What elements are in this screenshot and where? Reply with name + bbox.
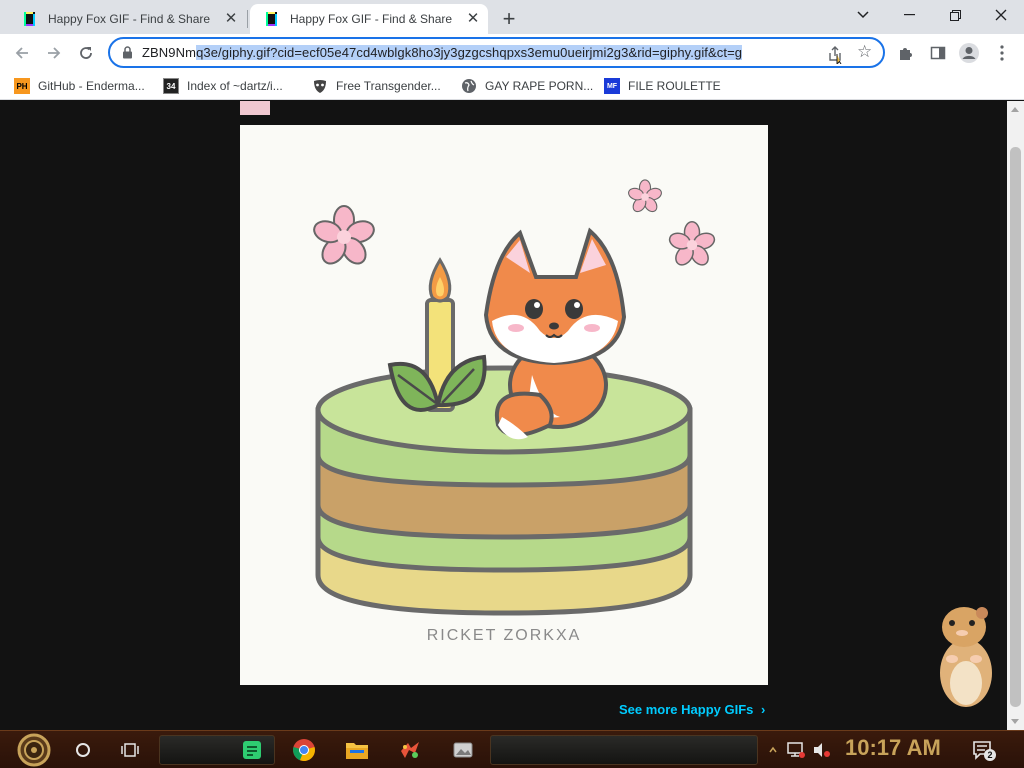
gif-image[interactable] bbox=[240, 125, 768, 685]
index-34-icon: 34 bbox=[163, 78, 179, 94]
profile-avatar-icon[interactable] bbox=[958, 42, 980, 64]
file-explorer-icon[interactable] bbox=[343, 736, 371, 764]
url-selection: q3e/giphy.gif?cid=ecf05e47cd4wblgk8ho3jy… bbox=[196, 45, 743, 60]
browser-toolbar: ZBN9Nmq3e/giphy.gif?cid=ecf05e47cd4wblgk… bbox=[0, 34, 1024, 72]
bookmark-free-transgender[interactable]: Free Transgender... bbox=[312, 76, 441, 96]
scroll-up-arrow-icon[interactable] bbox=[1011, 107, 1019, 112]
sticky-notes-icon[interactable] bbox=[238, 736, 266, 764]
bookmark-globe-site[interactable]: GAY RAPE PORN... bbox=[461, 76, 593, 96]
bookmark-label: GitHub - Enderma... bbox=[38, 79, 145, 93]
task-view-icon[interactable] bbox=[116, 736, 144, 764]
bookmark-file-roulette[interactable]: MF FILE ROULETTE bbox=[604, 76, 721, 96]
minimize-button[interactable] bbox=[887, 0, 931, 30]
bookmarks-bar: PH GitHub - Enderma... 34 Index of ~dart… bbox=[0, 72, 1024, 100]
flower-small-icon bbox=[626, 179, 664, 215]
taskbar-clock[interactable]: 10:17 AM bbox=[845, 735, 941, 761]
tab-close-icon[interactable]: ✕ bbox=[462, 8, 484, 30]
tab-happy-fox-2[interactable]: Happy Fox GIF - Find & Share ✕ bbox=[250, 4, 488, 34]
mask-icon bbox=[312, 78, 328, 94]
close-window-button[interactable] bbox=[979, 0, 1023, 30]
side-panel-icon[interactable] bbox=[927, 42, 949, 64]
paint-app-icon[interactable] bbox=[396, 736, 424, 764]
tab-close-icon[interactable]: ✕ bbox=[220, 8, 242, 30]
scroll-thumb[interactable] bbox=[1010, 147, 1021, 707]
see-more-label: See more Happy GIFs bbox=[619, 702, 754, 717]
forward-button[interactable] bbox=[40, 39, 68, 67]
gif-watermark: RICKET ZORKXA bbox=[426, 627, 582, 644]
url-text[interactable]: ZBN9Nmq3e/giphy.gif?cid=ecf05e47cd4wblgk… bbox=[142, 45, 824, 60]
tab-title: Happy Fox GIF - Find & Share bbox=[48, 12, 211, 26]
page-content: RICKET ZORKXA See more Happy GIFs › bbox=[0, 101, 1007, 730]
address-bar[interactable]: ZBN9Nmq3e/giphy.gif?cid=ecf05e47cd4wblgk… bbox=[108, 37, 885, 68]
share-icon[interactable] bbox=[826, 44, 846, 66]
show-hidden-icons-chevron-icon[interactable] bbox=[766, 736, 780, 764]
globe-icon bbox=[461, 78, 477, 94]
giphy-favicon-icon bbox=[264, 11, 280, 27]
chrome-icon[interactable] bbox=[290, 736, 318, 764]
mf-logo-icon: MF bbox=[604, 78, 620, 94]
windows-taskbar: 10:17 AM 2 bbox=[0, 730, 1024, 768]
bookmark-github[interactable]: PH GitHub - Enderma... bbox=[14, 76, 145, 96]
back-button[interactable] bbox=[8, 39, 36, 67]
lock-icon[interactable] bbox=[122, 46, 133, 64]
taskbar-slot bbox=[490, 735, 758, 765]
reload-button[interactable] bbox=[72, 39, 100, 67]
browser-menu-icon[interactable] bbox=[991, 42, 1013, 64]
volume-muted-icon[interactable] bbox=[810, 736, 834, 764]
bookmark-star-icon[interactable]: ☆ bbox=[857, 42, 872, 62]
photos-app-icon[interactable] bbox=[449, 736, 477, 764]
tab-title: Happy Fox GIF - Find & Share bbox=[290, 12, 453, 26]
chevron-right-icon: › bbox=[761, 702, 766, 717]
notification-count-badge: 2 bbox=[984, 749, 996, 761]
user-avatar[interactable] bbox=[240, 101, 270, 115]
bookmark-label: FILE ROULETTE bbox=[628, 79, 721, 93]
page-scrollbar[interactable] bbox=[1007, 101, 1024, 730]
network-icon[interactable] bbox=[784, 736, 808, 764]
hamster-sticker[interactable] bbox=[930, 601, 1000, 711]
tab-search-chevron-icon[interactable] bbox=[841, 0, 885, 30]
extensions-puzzle-icon[interactable] bbox=[895, 42, 917, 64]
tab-separator bbox=[247, 10, 248, 28]
tab-happy-fox-1[interactable]: Happy Fox GIF - Find & Share ✕ bbox=[8, 4, 246, 34]
tab-strip: Happy Fox GIF - Find & Share ✕ Happy Fox… bbox=[0, 0, 1024, 34]
giphy-favicon-icon bbox=[22, 11, 38, 27]
restore-button[interactable] bbox=[933, 0, 977, 30]
bookmark-label: Free Transgender... bbox=[336, 79, 441, 93]
bookmark-index-dartz[interactable]: 34 Index of ~dartz/i... bbox=[163, 76, 283, 96]
ph-logo-icon: PH bbox=[14, 78, 30, 94]
notification-center-icon[interactable]: 2 bbox=[972, 739, 996, 761]
see-more-link[interactable]: See more Happy GIFs › bbox=[619, 702, 765, 717]
new-tab-button[interactable]: + bbox=[496, 6, 522, 32]
flower-medium-icon bbox=[666, 221, 718, 269]
start-button[interactable] bbox=[14, 733, 54, 767]
flower-large-icon bbox=[310, 205, 378, 269]
search-circle-icon[interactable] bbox=[69, 736, 97, 764]
fox-birthday-cake-illustration bbox=[310, 179, 718, 616]
scroll-down-arrow-icon[interactable] bbox=[1011, 719, 1019, 724]
bookmark-label: Index of ~dartz/i... bbox=[187, 79, 283, 93]
url-prefix: ZBN9Nm bbox=[142, 45, 197, 60]
bookmark-label: GAY RAPE PORN... bbox=[485, 79, 594, 93]
